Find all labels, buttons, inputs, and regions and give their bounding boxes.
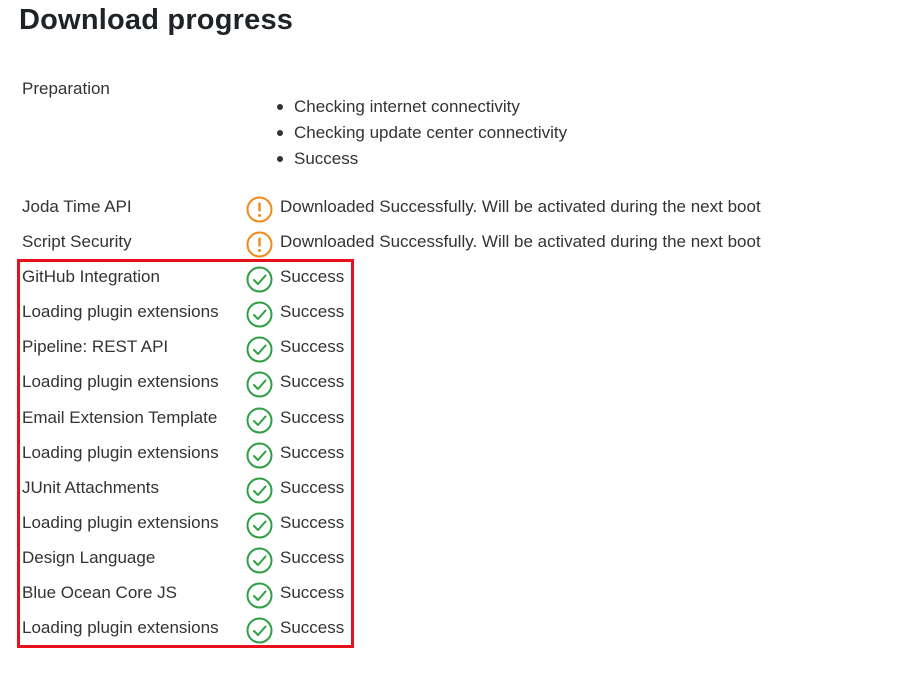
plugin-name: Email Extension Template: [22, 407, 218, 427]
plugin-status-text: Success: [280, 618, 345, 638]
plugin-status-text: Success: [280, 583, 345, 603]
plugin-status-row: Blue Ocean Core JS Success: [0, 576, 915, 611]
plugin-status-text: Success: [280, 512, 345, 532]
plugin-status-text: Success: [280, 337, 345, 357]
plugin-status-row: JUnit Attachments Success: [0, 471, 915, 506]
plugin-status-row: Loading plugin extensions Success: [0, 436, 915, 471]
plugin-status-text: Success: [280, 547, 345, 567]
warning-icon: [246, 231, 273, 258]
plugin-status-table: Joda Time API Downloaded Successfully. W…: [0, 190, 915, 646]
preparation-steps-list: Checking internet connectivity Checking …: [276, 96, 567, 174]
plugin-status-text: Success: [280, 302, 345, 322]
plugin-status-row: Script Security Downloaded Successfully.…: [0, 225, 915, 260]
preparation-step: Success: [276, 148, 567, 174]
warning-icon: [246, 196, 273, 223]
plugin-status-text: Downloaded Successfully. Will be activat…: [280, 232, 761, 252]
plugin-name: Loading plugin extensions: [22, 618, 219, 638]
plugin-name: Loading plugin extensions: [22, 512, 219, 532]
success-check-icon: [246, 547, 273, 574]
preparation-step: Checking update center connectivity: [276, 122, 567, 148]
plugin-status-row: Pipeline: REST API Success: [0, 330, 915, 365]
plugin-status-text: Downloaded Successfully. Will be activat…: [280, 197, 761, 216]
plugin-status-row: Joda Time API Downloaded Successfully. W…: [0, 190, 915, 225]
plugin-status-row: Design Language Success: [0, 541, 915, 576]
success-check-icon: [246, 266, 273, 293]
plugin-name: Pipeline: REST API: [22, 337, 169, 357]
success-check-icon: [246, 371, 273, 398]
plugin-status-text: Success: [280, 477, 345, 497]
plugin-status-text: Success: [280, 442, 345, 462]
success-check-icon: [246, 442, 273, 469]
plugin-status-row: Loading plugin extensions Success: [0, 365, 915, 400]
plugin-status-row: Email Extension Template Success: [0, 401, 915, 436]
plugin-name: Joda Time API: [22, 197, 132, 216]
page-title: Download progress: [19, 4, 294, 36]
success-check-icon: [246, 407, 273, 434]
plugin-status-row: Loading plugin extensions Success: [0, 611, 915, 646]
plugin-status-text: Success: [280, 267, 345, 287]
plugin-name: Loading plugin extensions: [22, 442, 219, 462]
success-check-icon: [246, 512, 273, 539]
plugin-status-row: Loading plugin extensions Success: [0, 295, 915, 330]
plugin-name: GitHub Integration: [22, 267, 160, 287]
plugin-name: Loading plugin extensions: [22, 302, 219, 322]
success-check-icon: [246, 477, 273, 504]
preparation-label: Preparation: [22, 79, 110, 98]
plugin-name: JUnit Attachments: [22, 477, 160, 497]
plugin-name: Blue Ocean Core JS: [22, 583, 177, 603]
plugin-name: Design Language: [22, 547, 156, 567]
plugin-status-text: Success: [280, 372, 345, 392]
plugin-name: Loading plugin extensions: [22, 372, 219, 392]
success-check-icon: [246, 617, 273, 644]
preparation-step: Checking internet connectivity: [276, 96, 567, 122]
plugin-status-row: GitHub Integration Success: [0, 260, 915, 295]
plugin-status-text: Success: [280, 407, 345, 427]
plugin-name: Script Security: [22, 232, 132, 252]
success-check-icon: [246, 336, 273, 363]
success-check-icon: [246, 301, 273, 328]
plugin-status-row: Loading plugin extensions Success: [0, 506, 915, 541]
success-check-icon: [246, 582, 273, 609]
